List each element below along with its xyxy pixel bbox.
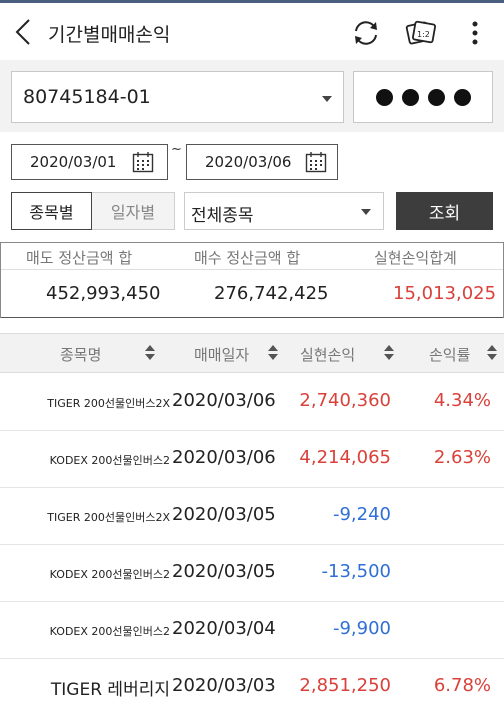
- svg-text:1:2: 1:2: [417, 30, 430, 39]
- table-header: 종목명 매매일자 실현손익 손익률: [0, 333, 504, 373]
- row-trade-date: 2020/03/05: [172, 504, 276, 525]
- row-trade-date: 2020/03/06: [172, 390, 276, 411]
- row-return-rate: 4.34%: [433, 390, 491, 411]
- row-stock-name: TIGER 200선물인버스2X: [47, 396, 170, 410]
- dropdown-caret-icon: [361, 209, 371, 215]
- more-menu-button[interactable]: [458, 16, 492, 50]
- password-dot: [401, 88, 419, 106]
- row-stock-name: KODEX 200선물인버스2: [49, 567, 170, 581]
- row-stock-name: KODEX 200선물인버스2: [49, 453, 170, 467]
- password-field[interactable]: [353, 71, 493, 123]
- row-stock-name: TIGER 200선물인버스2X: [47, 510, 170, 524]
- stock-select[interactable]: 전체종목: [184, 192, 384, 230]
- summary-realized-total: 15,013,025: [393, 283, 497, 304]
- tab-by-stock[interactable]: 종목별: [11, 192, 92, 230]
- password-dot: [453, 88, 471, 106]
- table-row[interactable]: TIGER 200선물인버스2X 2020/03/06 2,740,360 4.…: [0, 374, 504, 431]
- calendar-icon[interactable]: [305, 151, 327, 173]
- table-row[interactable]: KODEX 200선물인버스2 2020/03/04 -9,900: [0, 602, 504, 659]
- end-date-value: 2020/03/06: [205, 153, 292, 171]
- summary-buy-total: 276,742,425: [214, 283, 329, 304]
- row-trade-date: 2020/03/05: [172, 561, 276, 582]
- row-realized-pl: -13,500: [321, 561, 391, 582]
- table-row[interactable]: TIGER 레버리지 2020/03/03 2,851,250 6.78%: [0, 659, 504, 719]
- column-header-date[interactable]: 매매일자: [194, 344, 249, 365]
- summary-values: 452,993,450 276,742,425 15,013,025: [0, 270, 504, 318]
- summary-header-buy: 매수 정산금액 합: [194, 249, 301, 267]
- cards-icon: 1:2: [405, 20, 436, 45]
- row-return-rate: 2.63%: [433, 447, 491, 468]
- sort-icon[interactable]: [487, 344, 497, 362]
- more-vertical-icon: [472, 21, 478, 45]
- sort-icon[interactable]: [145, 344, 155, 362]
- password-dot: [375, 88, 393, 106]
- row-trade-date: 2020/03/06: [172, 447, 276, 468]
- row-trade-date: 2020/03/03: [172, 675, 276, 696]
- summary-header: 매도 정산금액 합 매수 정산금액 합 실현손익합계: [0, 242, 504, 270]
- account-number: 80745184-01: [23, 86, 151, 108]
- spacer: [0, 318, 504, 332]
- start-date-field[interactable]: 2020/03/01: [11, 144, 168, 180]
- table-row[interactable]: KODEX 200선물인버스2 2020/03/05 -13,500: [0, 545, 504, 602]
- refresh-icon: [355, 21, 377, 45]
- account-select[interactable]: 80745184-01: [11, 71, 344, 123]
- column-header-rate[interactable]: 손익률: [429, 344, 470, 365]
- back-button[interactable]: [10, 17, 36, 47]
- tab-by-date[interactable]: 일자별: [92, 192, 175, 230]
- password-dot: [427, 88, 445, 106]
- stock-select-value: 전체종목: [191, 206, 254, 226]
- start-date-value: 2020/03/01: [30, 153, 117, 171]
- back-chevron-icon: [15, 19, 30, 45]
- row-stock-name: TIGER 레버리지: [50, 680, 170, 700]
- row-realized-pl: 4,214,065: [299, 447, 391, 468]
- calendar-icon[interactable]: [132, 151, 154, 173]
- table-row[interactable]: KODEX 200선물인버스2 2020/03/06 4,214,065 2.6…: [0, 431, 504, 488]
- page-title: 기간별매매손익: [48, 24, 171, 46]
- row-realized-pl: -9,900: [332, 618, 391, 639]
- summary-border-left: [0, 242, 1, 318]
- dropdown-caret-icon: [322, 96, 332, 102]
- app-header: 기간별매매손익 1:2: [0, 3, 504, 60]
- column-header-name[interactable]: 종목명: [60, 344, 101, 365]
- column-header-pl[interactable]: 실현손익: [300, 344, 355, 365]
- sort-icon[interactable]: [268, 344, 278, 362]
- row-realized-pl: 2,851,250: [299, 675, 391, 696]
- row-return-rate: 6.78%: [433, 675, 491, 696]
- row-stock-name: KODEX 200선물인버스2: [49, 624, 170, 638]
- account-area: 80745184-01: [0, 60, 504, 132]
- refresh-button[interactable]: [349, 16, 383, 50]
- summary-sell-total: 452,993,450: [46, 283, 161, 304]
- summary-header-realized: 실현손익합계: [374, 249, 457, 267]
- row-trade-date: 2020/03/04: [172, 618, 276, 639]
- summary-header-sell: 매도 정산금액 합: [26, 249, 133, 267]
- end-date-field[interactable]: 2020/03/06: [186, 144, 338, 180]
- row-realized-pl: -9,240: [332, 504, 391, 525]
- cards-button[interactable]: 1:2: [404, 16, 438, 50]
- sort-icon[interactable]: [384, 344, 394, 362]
- row-realized-pl: 2,740,360: [299, 390, 391, 411]
- date-separator: ~: [171, 142, 182, 157]
- table-row[interactable]: TIGER 200선물인버스2X 2020/03/05 -9,240: [0, 488, 504, 545]
- query-button[interactable]: 조회: [396, 192, 493, 230]
